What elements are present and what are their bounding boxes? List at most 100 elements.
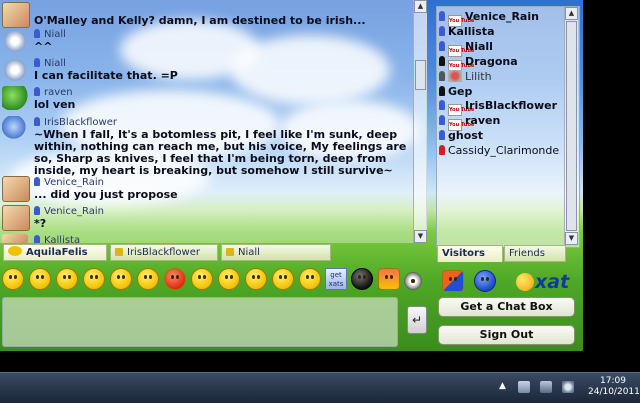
message-username[interactable]: Niall (34, 29, 66, 40)
user-icon (34, 177, 40, 186)
scroll-thumb[interactable] (566, 21, 577, 231)
send-button[interactable]: ↵ (407, 306, 427, 334)
tray-arrow-icon[interactable]: ▲ (499, 381, 511, 393)
user-list-item[interactable]: Kallista (439, 25, 495, 39)
message-text: lol ven (34, 98, 76, 111)
avatar[interactable] (2, 116, 28, 140)
eight-ball-icon[interactable] (351, 268, 373, 290)
avatar[interactable] (2, 2, 30, 28)
help-icon[interactable] (474, 270, 496, 292)
lock-icon (115, 248, 123, 256)
volume-icon[interactable] (562, 381, 574, 393)
friends-icon[interactable] (442, 270, 464, 292)
power-icon[interactable] (378, 268, 400, 290)
user-icon (439, 26, 445, 36)
tab-main-chat[interactable]: AquilaFelis (3, 244, 107, 261)
user-icon (439, 86, 445, 96)
avatar[interactable] (2, 234, 28, 243)
clock-time: 17:09 (600, 376, 626, 386)
user-list-item[interactable]: Cassidy_Clarimonde (439, 144, 559, 158)
settings-icon[interactable] (404, 272, 422, 290)
user-icon (439, 11, 445, 21)
user-icon (439, 56, 445, 66)
tab-private-chat[interactable]: Niall (221, 244, 331, 261)
user-list-item[interactable]: You TubeDragona (439, 55, 518, 72)
xat-planet-icon (516, 273, 534, 291)
user-icon (34, 58, 40, 67)
speech-bubble-icon (8, 246, 22, 256)
xat-logo[interactable]: xat (516, 271, 569, 293)
avatar[interactable] (2, 176, 30, 202)
user-list-item[interactable]: ghost (439, 129, 483, 143)
scroll-up-icon[interactable]: ▲ (565, 7, 578, 20)
message-text: ~When I fall, It's a botomless pit, I fe… (34, 128, 407, 177)
user-list-item[interactable]: You TubeVenice_Rain (439, 10, 539, 27)
message-text: ... did you just propose (34, 188, 178, 201)
taskbar-clock[interactable]: 17:09 24/10/2011 (588, 376, 640, 398)
get-chat-box-button[interactable]: Get a Chat Box (438, 297, 575, 317)
cool-icon[interactable] (137, 268, 159, 290)
dragon-avatar[interactable] (2, 86, 28, 110)
confused-icon[interactable] (191, 268, 213, 290)
tab-visitors[interactable]: Visitors (437, 245, 503, 262)
user-list-scrollbar[interactable]: ▲ ▼ (564, 7, 578, 245)
user-list-item[interactable]: You TubeIrisBlackflower (439, 99, 557, 116)
clock-date: 24/10/2011 (588, 387, 640, 397)
chat-scrollbar[interactable]: ▲ ▼ (413, 0, 427, 243)
message-username[interactable]: Kallista (34, 235, 80, 243)
user-list: You TubeVenice_Rain Kallista You TubeNia… (436, 6, 580, 262)
get-xats-button[interactable]: get xats (325, 268, 347, 290)
sign-out-button[interactable]: Sign Out (438, 325, 575, 345)
scroll-thumb[interactable] (415, 60, 426, 90)
user-icon (439, 41, 445, 51)
message-text: ^^ (34, 40, 53, 53)
scroll-up-icon[interactable]: ▲ (414, 0, 427, 13)
wink-icon[interactable] (56, 268, 78, 290)
tab-friends[interactable]: Friends (504, 245, 566, 262)
tray-flag-icon[interactable] (518, 381, 530, 393)
message-text: O'Malley and Kelly? damn, I am destined … (34, 14, 366, 27)
chat-panel: O'Malley and Kelly? damn, I am destined … (0, 0, 427, 243)
lizard-icon (448, 70, 462, 82)
message-list: O'Malley and Kelly? damn, I am destined … (0, 0, 412, 243)
biggrin-icon[interactable] (29, 268, 51, 290)
message-text: *? (34, 217, 47, 230)
message-username[interactable]: IrisBlackflower (34, 117, 117, 128)
user-icon (439, 115, 445, 125)
avatar[interactable] (2, 58, 28, 82)
message-username[interactable]: raven (34, 87, 73, 98)
smile2-icon[interactable] (299, 268, 321, 290)
blush-icon[interactable] (218, 268, 240, 290)
user-icon (34, 87, 40, 96)
tongue-icon[interactable] (110, 268, 132, 290)
tab-private-chat[interactable]: IrisBlackflower (110, 244, 218, 261)
user-list-item[interactable]: Lilith (439, 70, 492, 84)
user-list-item[interactable]: You Tuberaven (439, 114, 500, 131)
user-icon (34, 235, 40, 243)
chat-background: O'Malley and Kelly? damn, I am destined … (0, 0, 583, 351)
scroll-down-icon[interactable]: ▼ (565, 232, 578, 245)
crying-icon[interactable] (272, 268, 294, 290)
network-icon[interactable] (540, 381, 552, 393)
user-list-item[interactable]: You TubeNiall (439, 40, 493, 57)
mad-icon[interactable] (164, 268, 186, 290)
user-icon (34, 29, 40, 38)
user-list-item[interactable]: Gep (439, 85, 472, 99)
user-icon (34, 206, 40, 215)
message-username[interactable]: Venice_Rain (34, 177, 104, 188)
user-icon (34, 117, 40, 126)
message-username[interactable]: Venice_Rain (34, 206, 104, 217)
user-icon (439, 145, 445, 155)
sad-icon[interactable] (245, 268, 267, 290)
message-input[interactable] (2, 297, 398, 347)
user-icon (439, 130, 445, 140)
user-icon (439, 71, 445, 81)
avatar[interactable] (2, 205, 30, 231)
smile-icon[interactable] (2, 268, 24, 290)
surprised-icon[interactable] (83, 268, 105, 290)
page-margin (583, 0, 640, 351)
scroll-down-icon[interactable]: ▼ (414, 230, 427, 243)
message-username[interactable]: Niall (34, 58, 66, 69)
avatar[interactable] (2, 29, 28, 53)
lock-icon (226, 248, 234, 256)
